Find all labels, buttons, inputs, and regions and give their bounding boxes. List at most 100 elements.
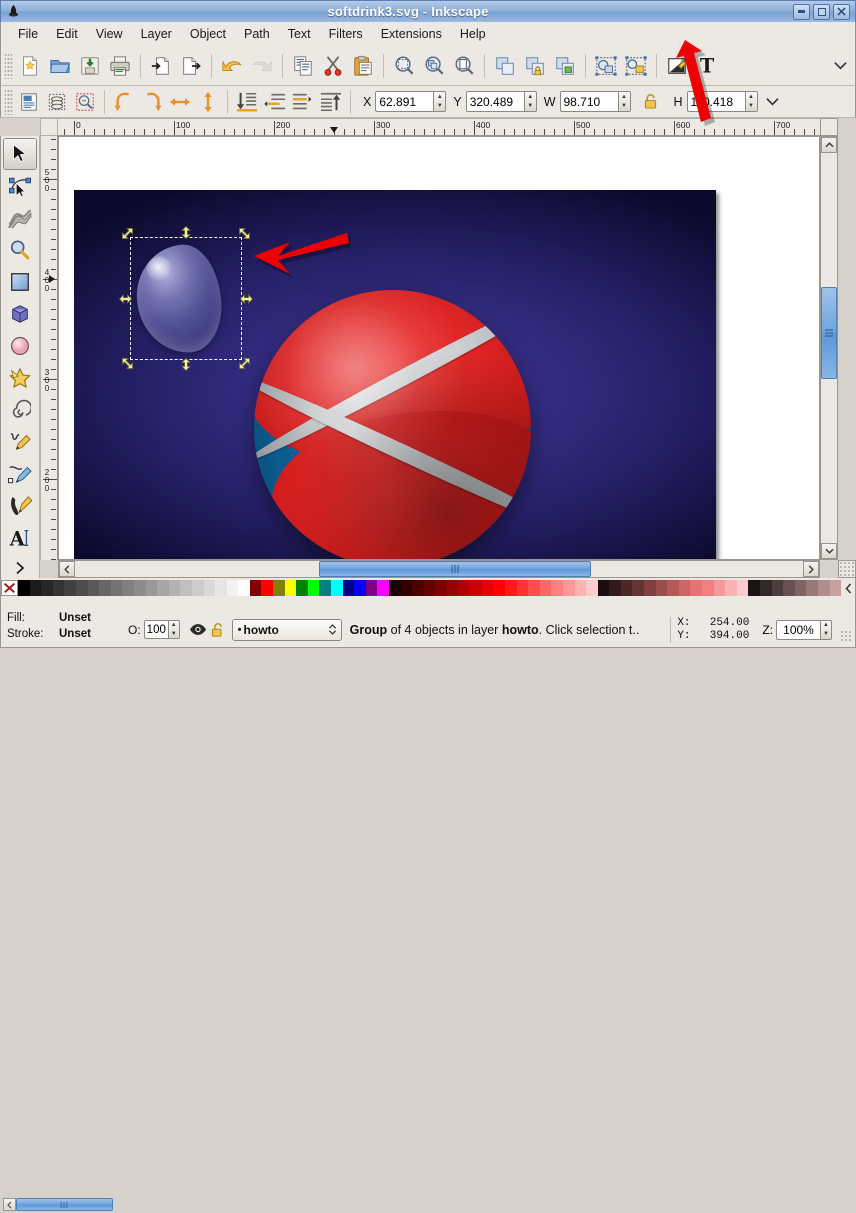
zoom-selection-icon[interactable] xyxy=(389,51,419,81)
maximize-icon[interactable] xyxy=(813,3,830,20)
command-toolbar-overflow-chevron-down-icon[interactable] xyxy=(831,55,849,77)
document-page[interactable] xyxy=(74,190,716,559)
text-properties-icon[interactable]: T xyxy=(692,51,722,81)
horizontal-scrollbar[interactable] xyxy=(58,560,820,578)
calligraphy-tool[interactable] xyxy=(3,490,37,522)
raise-one-step-icon[interactable] xyxy=(289,89,317,115)
palette-swatch[interactable] xyxy=(470,580,482,596)
palette-swatch[interactable] xyxy=(783,580,795,596)
selector-tool[interactable] xyxy=(3,138,37,170)
palette-swatch[interactable] xyxy=(667,580,679,596)
palette-swatch[interactable] xyxy=(702,580,714,596)
box3d-tool[interactable] xyxy=(3,298,37,330)
sticky-zoom-toggle[interactable] xyxy=(820,118,838,136)
palette-swatch[interactable] xyxy=(273,580,285,596)
lower-to-bottom-icon[interactable] xyxy=(233,89,261,115)
palette-swatch[interactable] xyxy=(539,580,552,596)
palette-swatch[interactable] xyxy=(157,580,169,596)
save-document-icon[interactable] xyxy=(75,51,105,81)
palette-swatch[interactable] xyxy=(620,580,633,596)
horizontal-scroll-thumb[interactable] xyxy=(319,561,591,577)
palette-swatch[interactable] xyxy=(655,580,668,596)
beachball-artwork[interactable] xyxy=(254,290,531,559)
palette-swatch[interactable] xyxy=(122,580,134,596)
palette-swatch[interactable] xyxy=(319,580,332,596)
vertical-ruler[interactable]: 500400300200 xyxy=(40,136,58,560)
menu-edit[interactable]: Edit xyxy=(47,24,87,44)
no-color-swatch[interactable] xyxy=(1,580,18,596)
palette-swatch[interactable] xyxy=(64,580,76,596)
palette-scroll-strip[interactable] xyxy=(3,1198,125,1213)
palette-swatch[interactable] xyxy=(203,580,216,596)
palette-swatch[interactable] xyxy=(365,580,378,596)
palette-swatch[interactable] xyxy=(215,580,227,596)
scale-handle-arrow-icon[interactable] xyxy=(121,357,134,370)
palette-swatch[interactable] xyxy=(99,580,111,596)
selector-toolbar-overflow-chevron-down-icon[interactable] xyxy=(764,91,782,113)
flip-vertical-icon[interactable] xyxy=(194,89,222,115)
palette-swatch[interactable] xyxy=(458,580,471,596)
palette-swatch[interactable] xyxy=(794,580,807,596)
opacity-field[interactable]: ▲▼ xyxy=(143,620,180,639)
import-icon[interactable] xyxy=(146,51,176,81)
zoom-drawing-icon[interactable] xyxy=(419,51,449,81)
palette-swatch[interactable] xyxy=(817,580,830,596)
palette-swatch[interactable] xyxy=(226,580,239,596)
stroke-row[interactable]: Stroke: Unset xyxy=(7,626,122,642)
palette-swatch[interactable] xyxy=(609,580,621,596)
palette-swatch[interactable] xyxy=(331,580,343,596)
menu-path[interactable]: Path xyxy=(235,24,279,44)
rotate-cw-90-icon[interactable] xyxy=(138,89,166,115)
text-tool[interactable]: A xyxy=(3,522,37,554)
palette-swatch[interactable] xyxy=(284,580,297,596)
palette-swatch[interactable] xyxy=(307,580,320,596)
selection-handles-group[interactable] xyxy=(119,226,253,371)
height-input[interactable] xyxy=(686,91,745,112)
print-icon[interactable] xyxy=(105,51,135,81)
palette-scroll-thumb[interactable] xyxy=(16,1198,113,1211)
zoom-field[interactable]: ▲▼ xyxy=(776,619,832,640)
scroll-up-icon[interactable] xyxy=(821,137,837,153)
scroll-left-icon[interactable] xyxy=(59,561,75,577)
scale-handle-arrow-icon[interactable] xyxy=(121,227,134,240)
pencil-tool[interactable] xyxy=(3,426,37,458)
scale-handle-arrow-icon[interactable] xyxy=(119,293,132,306)
menu-text[interactable]: Text xyxy=(279,24,320,44)
palette-swatch[interactable] xyxy=(516,580,529,596)
flip-horizontal-icon[interactable] xyxy=(166,89,194,115)
palette-swatch[interactable] xyxy=(377,580,389,596)
palette-swatch[interactable] xyxy=(725,580,737,596)
ungroup-objects-icon[interactable] xyxy=(621,51,651,81)
vertical-scroll-thumb[interactable] xyxy=(821,287,837,379)
palette-swatch[interactable] xyxy=(75,580,88,596)
lower-one-step-icon[interactable] xyxy=(261,89,289,115)
palette-swatch[interactable] xyxy=(586,580,598,596)
palette-swatch[interactable] xyxy=(389,580,401,596)
select-all-layers-icon[interactable] xyxy=(43,89,71,115)
cut-scissors-icon[interactable] xyxy=(318,51,348,81)
minimize-icon[interactable] xyxy=(793,3,810,20)
toolbar-grip[interactable] xyxy=(4,52,13,79)
scale-handle-arrow-icon[interactable] xyxy=(180,358,193,371)
y-spinner[interactable]: ▲ ▼ xyxy=(523,91,537,112)
zoom-page-icon[interactable] xyxy=(449,51,479,81)
spiral-tool[interactable] xyxy=(3,394,37,426)
unlocked-padlock-icon[interactable] xyxy=(208,619,228,641)
palette-swatch[interactable] xyxy=(29,580,42,596)
redo-icon[interactable] xyxy=(247,51,277,81)
palette-scroll-left-icon[interactable] xyxy=(3,1198,16,1211)
canvas-area[interactable] xyxy=(58,136,820,560)
raise-to-top-icon[interactable] xyxy=(317,89,345,115)
palette-swatch[interactable] xyxy=(748,580,760,596)
x-field[interactable]: ▲▼ xyxy=(375,91,447,112)
palette-swatch[interactable] xyxy=(249,580,262,596)
palette-swatch[interactable] xyxy=(574,580,587,596)
palette-swatch[interactable] xyxy=(133,580,146,596)
palette-swatch[interactable] xyxy=(678,580,691,596)
palette-swatch[interactable] xyxy=(168,580,181,596)
palette-swatch[interactable] xyxy=(296,580,308,596)
scale-handle-arrow-icon[interactable] xyxy=(238,357,251,370)
palette-swatch[interactable] xyxy=(400,580,413,596)
palette-swatch[interactable] xyxy=(562,580,575,596)
opacity-control[interactable]: O: ▲▼ xyxy=(128,620,180,639)
